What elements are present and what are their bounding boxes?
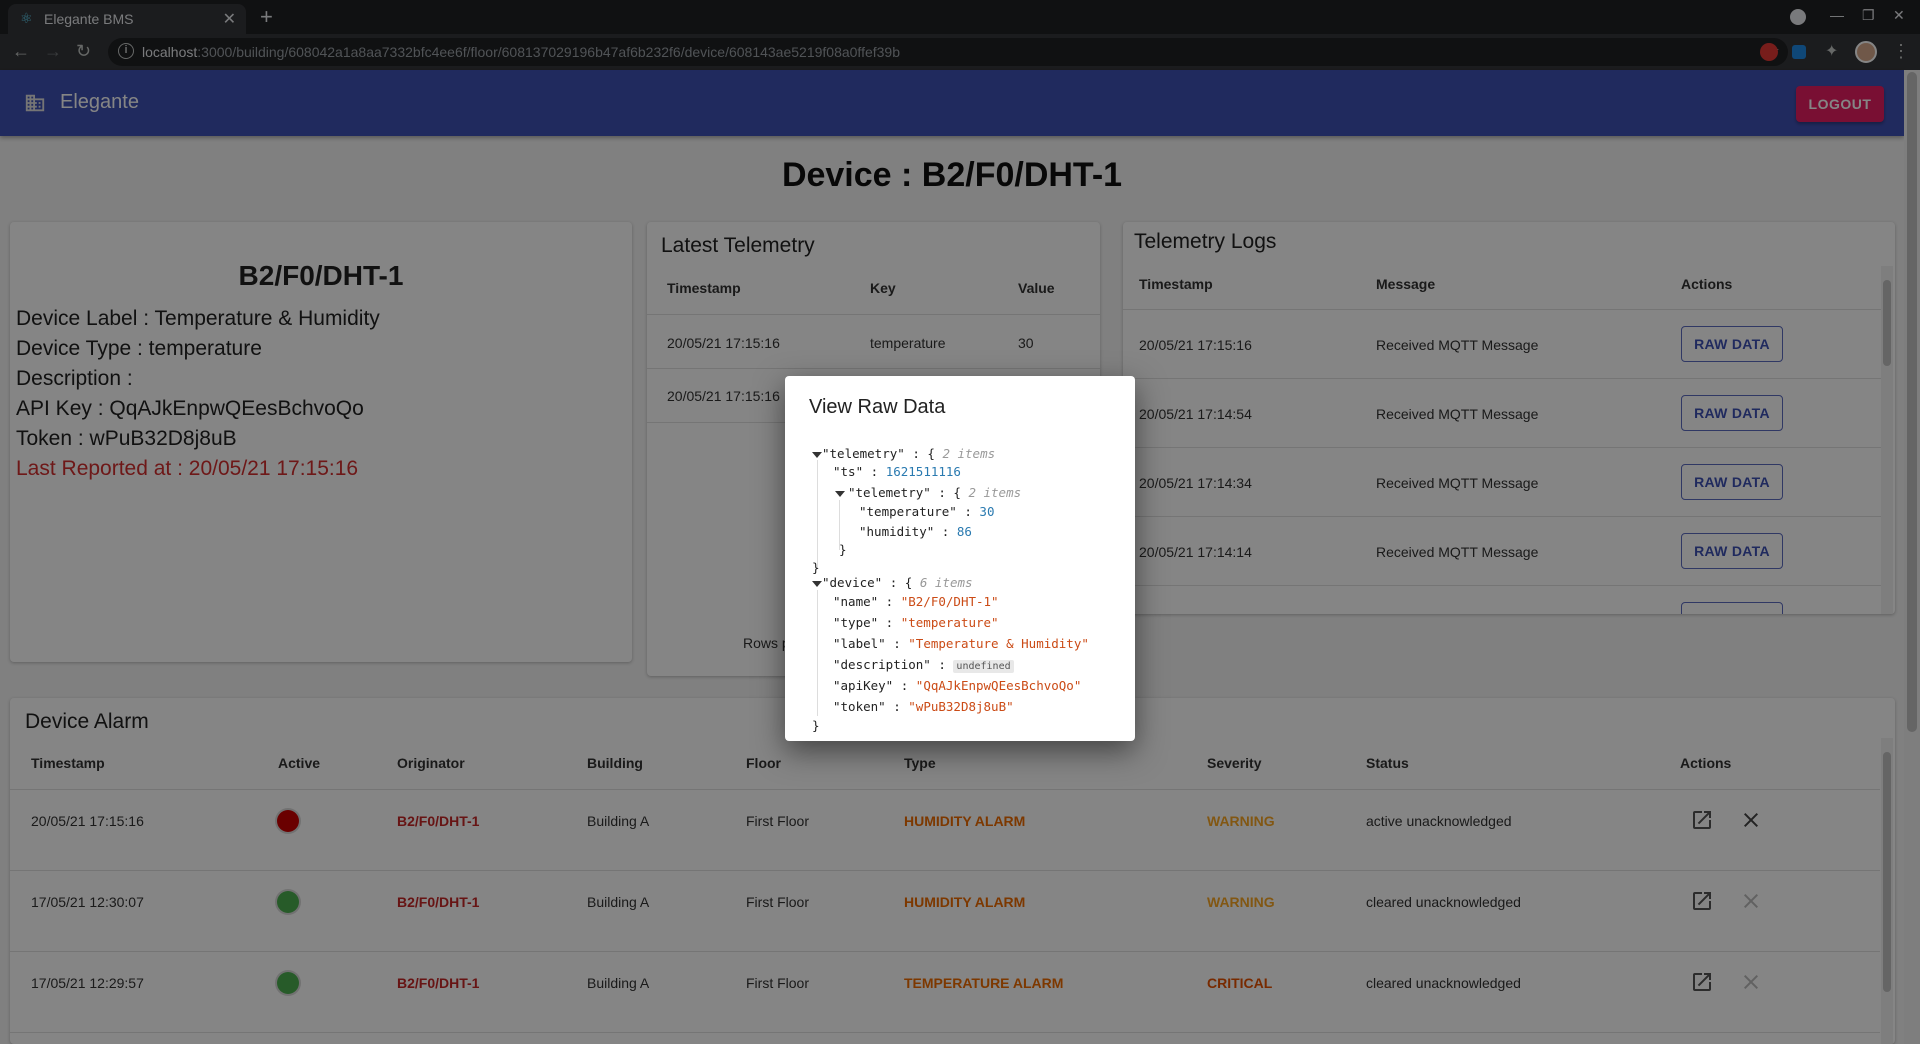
- json-line: "device" : { 6 items: [822, 575, 973, 590]
- dialog-title: View Raw Data: [809, 396, 946, 418]
- json-line: "description" : undefined: [833, 657, 1014, 675]
- json-line: }: [812, 718, 820, 733]
- json-indent-guide: [817, 590, 818, 716]
- collapse-toggle-icon[interactable]: [812, 452, 822, 458]
- json-line: "apiKey" : "QqAJkEnpwQEesBchvoQo": [833, 678, 1082, 693]
- json-line: "temperature" : 30: [859, 504, 995, 519]
- collapse-toggle-icon[interactable]: [812, 581, 822, 587]
- collapse-toggle-icon[interactable]: [835, 491, 845, 497]
- json-line: "telemetry" : { 2 items: [822, 446, 996, 461]
- json-line: "name" : "B2/F0/DHT-1": [833, 594, 999, 609]
- json-line: }: [812, 560, 820, 575]
- json-line: "label" : "Temperature & Humidity": [833, 636, 1089, 651]
- json-line: }: [839, 542, 847, 557]
- json-line: "humidity" : 86: [859, 524, 972, 539]
- json-line: "telemetry" : { 2 items: [848, 485, 1022, 500]
- json-line: "type" : "temperature": [833, 615, 999, 630]
- raw-data-dialog: View Raw Data "telemetry" : { 2 items "t…: [785, 376, 1135, 741]
- json-line: "ts" : 1621511116: [833, 464, 961, 479]
- json-line: "token" : "wPuB32D8j8uB": [833, 699, 1014, 714]
- json-indent-guide: [817, 460, 818, 568]
